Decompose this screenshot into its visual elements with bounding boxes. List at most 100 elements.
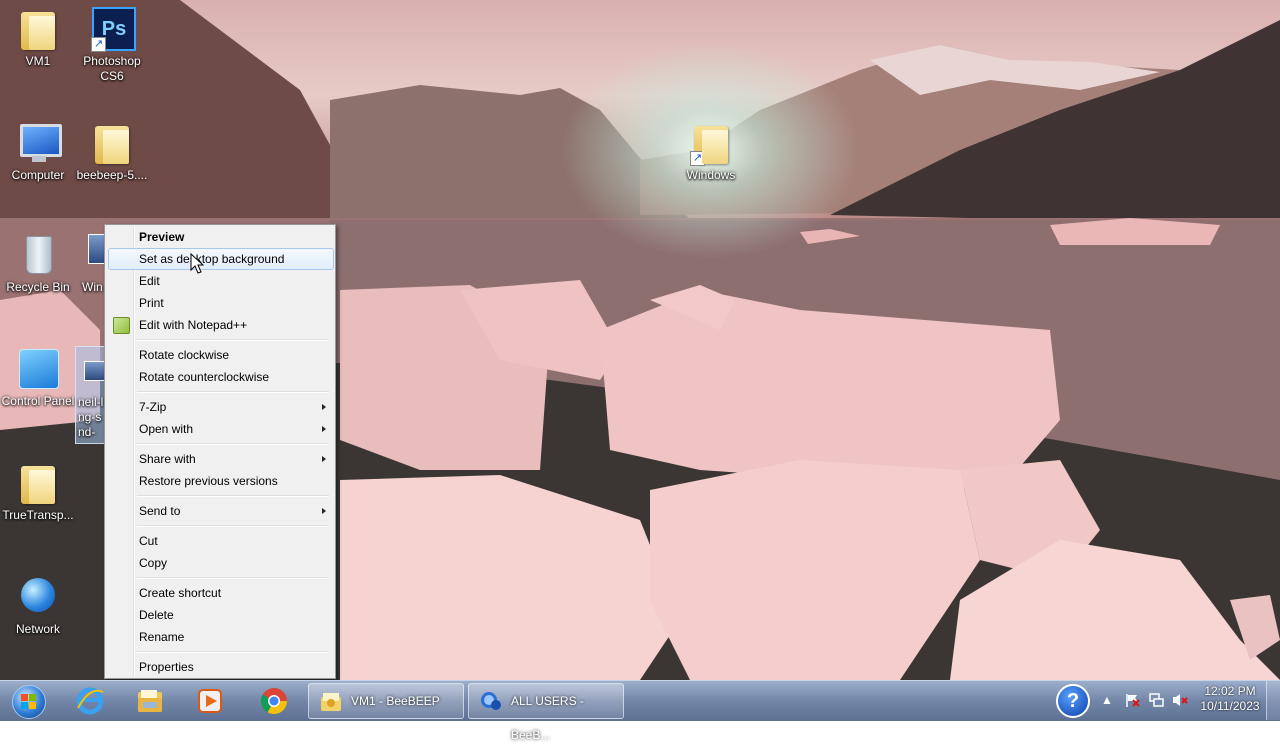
menu-item-label: Copy — [139, 556, 168, 570]
control-panel-icon — [15, 346, 61, 392]
folder-icon — [89, 120, 135, 166]
desktop-icon-beebeep[interactable]: beebeep-5.... — [74, 120, 150, 183]
taskbar-pin-internet-explorer[interactable] — [62, 683, 116, 719]
menu-separator — [137, 495, 329, 497]
desktop-icon-label: VM1 — [25, 54, 51, 68]
menu-item-properties[interactable]: Properties — [108, 656, 334, 678]
menu-item-label: Properties — [139, 660, 194, 674]
action-center-flag-icon[interactable] — [1124, 692, 1140, 708]
taskbar-window-label: ALL USERS - BeeB... — [511, 694, 584, 742]
submenu-arrow-icon — [322, 404, 326, 410]
menu-item-rotate-counterclockwise[interactable]: Rotate counterclockwise — [108, 366, 334, 388]
menu-item-label: Rotate clockwise — [139, 348, 230, 362]
menu-item-edit[interactable]: Edit — [108, 270, 334, 292]
menu-separator — [137, 339, 329, 341]
submenu-arrow-icon — [322, 456, 326, 462]
folder-icon — [15, 6, 61, 52]
menu-item-preview[interactable]: Preview — [108, 226, 334, 248]
menu-item-label: Rename — [139, 630, 185, 644]
computer-icon — [15, 120, 62, 166]
recycle-bin-icon — [15, 232, 61, 278]
desktop-icon-label: Photoshop CS6 — [83, 54, 141, 83]
desktop-icon-recycle-bin[interactable]: Recycle Bin — [0, 232, 76, 295]
menu-item-set-desktop-background[interactable]: Set as desktop background — [108, 248, 334, 270]
taskbar-window-vm1-beebeep[interactable]: VM1 - BeeBEEP — [308, 683, 464, 719]
menu-separator — [137, 577, 329, 579]
image-file-icon — [76, 347, 104, 393]
submenu-arrow-icon — [322, 508, 326, 514]
menu-separator — [137, 443, 329, 445]
taskbar-pin-windows-explorer[interactable] — [122, 683, 176, 719]
windows-orb-icon — [12, 685, 46, 719]
desktop-icon-windows[interactable]: ↗ Windows — [673, 120, 749, 183]
chrome-icon — [260, 688, 288, 715]
desktop-icon-computer[interactable]: Computer — [0, 120, 76, 183]
menu-separator — [137, 525, 329, 527]
menu-item-delete[interactable]: Delete — [108, 604, 334, 626]
menu-item-label: Open with — [139, 422, 194, 436]
show-hidden-icons-icon[interactable]: ▲ — [1099, 692, 1115, 708]
menu-item-label: Print — [139, 296, 164, 310]
menu-item-7zip[interactable]: 7-Zip — [108, 396, 334, 418]
menu-item-cut[interactable]: Cut — [108, 530, 334, 552]
desktop-icon-label: Win — [82, 280, 103, 294]
clock-time: 12:02 PM — [1204, 684, 1256, 698]
taskbar-window-all-users-beebeep[interactable]: ALL USERS - BeeB... — [468, 683, 624, 742]
menu-item-rotate-clockwise[interactable]: Rotate clockwise — [108, 344, 334, 366]
desktop-icon-neil-file[interactable]: neil-l ng-s nd- — [75, 346, 105, 444]
menu-item-label: Share with — [139, 452, 196, 466]
desktop-icon-label: Windows — [686, 168, 736, 182]
menu-item-label: Delete — [139, 608, 174, 622]
desktop[interactable]: VM1 Ps ↗ Photoshop CS6 Computer beebeep-5… — [0, 0, 1280, 680]
menu-item-send-to[interactable]: Send to — [108, 500, 334, 522]
desktop-icon-truetransp[interactable]: TrueTransp... — [0, 460, 76, 523]
clock-date: 10/11/2023 — [1200, 699, 1260, 713]
menu-item-edit-notepadpp[interactable]: Edit with Notepad++ — [108, 314, 334, 336]
start-button[interactable] — [4, 681, 52, 721]
desktop-icon-photoshop[interactable]: Ps ↗ Photoshop CS6 — [74, 6, 150, 84]
desktop-icon-vm1[interactable]: VM1 — [0, 6, 76, 69]
desktop-icon-label: TrueTransp... — [2, 508, 74, 522]
media-player-icon — [198, 689, 222, 713]
volume-muted-icon[interactable] — [1172, 692, 1188, 708]
mouse-cursor-icon — [190, 253, 204, 274]
internet-explorer-icon — [76, 687, 104, 715]
menu-item-label: Preview — [139, 230, 185, 244]
desktop-icon-control-panel[interactable]: Control Panel — [0, 346, 76, 409]
menu-item-share-with[interactable]: Share with — [108, 448, 334, 470]
beebeep-users-icon — [481, 692, 501, 710]
menu-item-rename[interactable]: Rename — [108, 626, 334, 648]
menu-item-copy[interactable]: Copy — [108, 552, 334, 574]
desktop-icon-label: Network — [15, 622, 60, 636]
menu-item-open-with[interactable]: Open with — [108, 418, 334, 440]
network-tray-icon[interactable] — [1148, 692, 1164, 708]
folder-icon — [15, 460, 61, 506]
menu-item-label: Edit with Notepad++ — [139, 318, 248, 332]
desktop-icon-win-partial[interactable]: Win — [74, 232, 104, 295]
shortcut-icon — [82, 232, 104, 278]
menu-item-print[interactable]: Print — [108, 292, 334, 314]
notepadpp-icon — [113, 317, 130, 334]
menu-item-create-shortcut[interactable]: Create shortcut — [108, 582, 334, 604]
menu-item-restore-previous-versions[interactable]: Restore previous versions — [108, 470, 334, 492]
taskbar-window-label: VM1 - BeeBEEP — [351, 694, 440, 708]
menu-item-label: Edit — [139, 274, 160, 288]
taskbar-pin-media-player[interactable] — [182, 683, 236, 719]
menu-item-label: Restore previous versions — [139, 474, 278, 488]
photoshop-icon: Ps ↗ — [89, 6, 136, 52]
taskbar-pin-chrome[interactable] — [246, 683, 300, 719]
desktop-icon-label: Computer — [11, 168, 65, 182]
windows-explorer-icon — [138, 690, 162, 712]
menu-item-label: Set as desktop background — [139, 252, 285, 266]
desktop-icon-network[interactable]: Network — [0, 574, 76, 637]
desktop-icon-label: neil-l ng-s nd- — [78, 395, 104, 439]
system-clock[interactable]: 12:02 PM 10/11/2023 — [1190, 684, 1270, 714]
menu-item-label: Rotate counterclockwise — [139, 370, 270, 384]
menu-separator — [137, 391, 329, 393]
network-icon — [15, 574, 61, 620]
beebeep-icon — [321, 693, 341, 711]
show-desktop-button[interactable] — [1266, 681, 1280, 720]
help-icon[interactable]: ? — [1056, 684, 1090, 718]
desktop-icon-label: Control Panel — [1, 394, 75, 408]
submenu-arrow-icon — [322, 426, 326, 432]
